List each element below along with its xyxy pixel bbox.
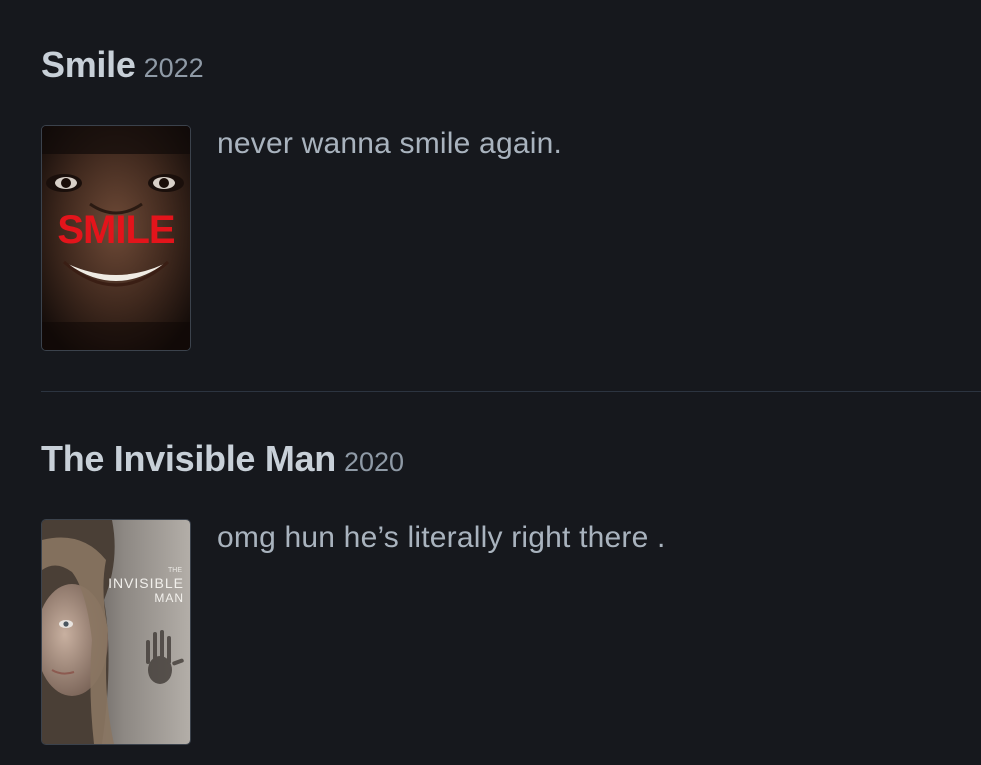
film-title-link[interactable]: The Invisible Man: [41, 438, 336, 480]
review-text: omg hun he’s literally right there .: [217, 521, 666, 554]
film-poster[interactable]: THE INVISIBLE MAN: [41, 519, 191, 745]
invisible-man-poster-art: THE INVISIBLE MAN: [42, 520, 190, 744]
poster-logo: SMILE: [57, 208, 175, 252]
entry-header: The Invisible Man 2020: [41, 438, 981, 486]
entry-header: Smile 2022: [41, 44, 981, 92]
review-text: never wanna smile again.: [217, 127, 562, 160]
smile-poster-art: SMILE: [42, 126, 190, 350]
film-year-link[interactable]: 2022: [144, 53, 204, 84]
entry-body: SMILE never wanna smile again.: [41, 125, 981, 351]
film-year-link[interactable]: 2020: [344, 447, 404, 478]
film-title-link[interactable]: Smile: [41, 44, 136, 86]
review-feed: Smile 2022 SMILE never wanna smile again…: [0, 0, 981, 765]
poster-logo-invisible: INVISIBLE: [108, 575, 184, 591]
review-entry: The Invisible Man 2020 THE INVISIBLE MAN…: [41, 438, 981, 745]
film-poster[interactable]: SMILE: [41, 125, 191, 351]
entry-body: THE INVISIBLE MAN omg hun he’s literally…: [41, 519, 981, 745]
review-entry: Smile 2022 SMILE never wanna smile again…: [41, 44, 981, 351]
poster-logo-the: THE: [168, 567, 182, 574]
entry-divider: [41, 391, 981, 392]
poster-logo-man: MAN: [154, 591, 184, 605]
